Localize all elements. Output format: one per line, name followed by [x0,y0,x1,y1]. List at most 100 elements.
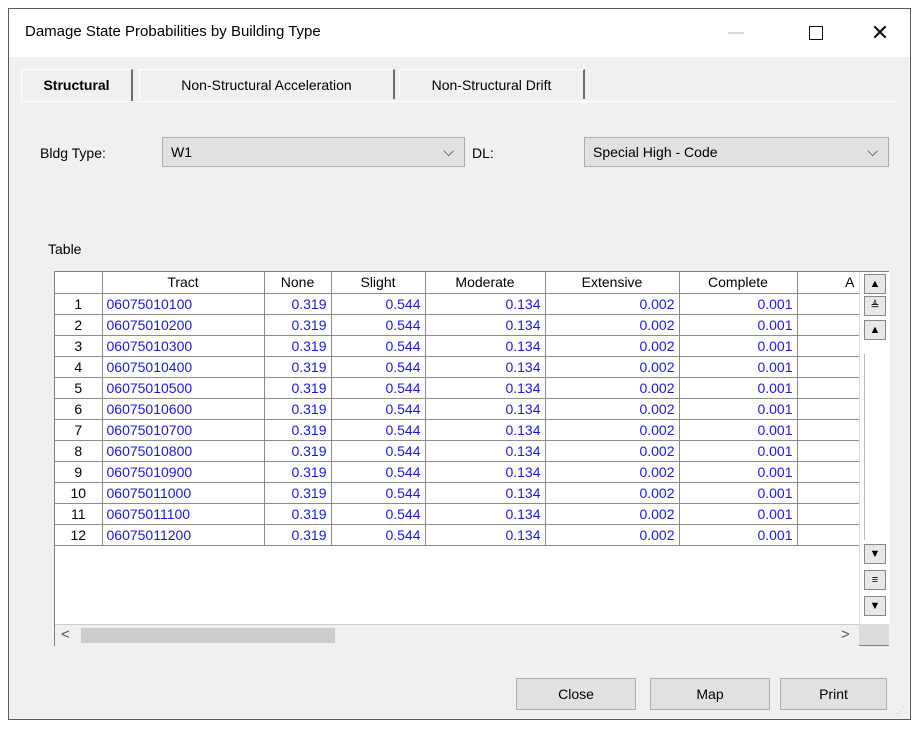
none-cell[interactable]: 0.319 [264,461,332,483]
complete-cell[interactable]: 0.001 [679,482,798,504]
slight-cell[interactable]: 0.544 [331,419,426,441]
slight-cell[interactable]: 0.544 [331,314,426,336]
partial-cell[interactable] [797,356,860,378]
moderate-cell[interactable]: 0.134 [425,440,546,462]
none-cell[interactable]: 0.319 [264,335,332,357]
data-grid[interactable]: Tract None Slight Moderate Extensive Com… [54,271,890,646]
complete-cell[interactable]: 0.001 [679,524,798,546]
partial-cell[interactable] [797,314,860,336]
tract-cell[interactable]: 06075010700 [102,419,265,441]
partial-cell[interactable] [797,503,860,525]
none-cell[interactable]: 0.319 [264,440,332,462]
extensive-cell[interactable]: 0.002 [545,293,680,315]
complete-cell[interactable]: 0.001 [679,314,798,336]
partial-cell[interactable] [797,335,860,357]
column-header-partial[interactable]: A [797,272,860,294]
extensive-cell[interactable]: 0.002 [545,524,680,546]
slight-cell[interactable]: 0.544 [331,398,426,420]
partial-cell[interactable] [797,440,860,462]
moderate-cell[interactable]: 0.134 [425,503,546,525]
complete-cell[interactable]: 0.001 [679,503,798,525]
map-button[interactable]: Map [650,678,770,710]
bldg-type-select[interactable]: W1 ⌵ [162,137,465,167]
table-row[interactable]: 2 06075010200 0.319 0.544 0.134 0.002 0.001 [55,314,860,336]
page-down-button[interactable]: ≡ [864,570,886,590]
table-row[interactable]: 5 06075010500 0.319 0.544 0.134 0.002 0.001 [55,377,860,399]
extensive-cell[interactable]: 0.002 [545,356,680,378]
moderate-cell[interactable]: 0.134 [425,293,546,315]
complete-cell[interactable]: 0.001 [679,377,798,399]
line-up-button[interactable]: ▲ [864,320,886,340]
slight-cell[interactable]: 0.544 [331,524,426,546]
moderate-cell[interactable]: 0.134 [425,398,546,420]
table-row[interactable]: 12 06075011200 0.319 0.544 0.134 0.002 0.001 [55,524,860,546]
line-down-button[interactable]: ▼ [864,544,886,564]
tract-cell[interactable]: 06075010400 [102,356,265,378]
none-cell[interactable]: 0.319 [264,293,332,315]
slight-cell[interactable]: 0.544 [331,356,426,378]
slight-cell[interactable]: 0.544 [331,293,426,315]
table-row[interactable]: 1 06075010100 0.319 0.544 0.134 0.002 0.001 [55,293,860,315]
tab-non-structural-acceleration[interactable]: Non-Structural Acceleration [139,69,395,99]
horizontal-scrollbar[interactable]: < > [55,624,859,646]
none-cell[interactable]: 0.319 [264,419,332,441]
moderate-cell[interactable]: 0.134 [425,482,546,504]
moderate-cell[interactable]: 0.134 [425,356,546,378]
moderate-cell[interactable]: 0.134 [425,335,546,357]
vertical-scroll-track[interactable] [864,354,887,540]
none-cell[interactable]: 0.319 [264,314,332,336]
partial-cell[interactable] [797,482,860,504]
none-cell[interactable]: 0.319 [264,377,332,399]
complete-cell[interactable]: 0.001 [679,440,798,462]
print-button[interactable]: Print [780,678,887,710]
partial-cell[interactable] [797,398,860,420]
scroll-right-icon[interactable]: > [841,626,850,643]
tract-cell[interactable]: 06075010600 [102,398,265,420]
none-cell[interactable]: 0.319 [264,356,332,378]
table-row[interactable]: 8 06075010800 0.319 0.544 0.134 0.002 0.001 [55,440,860,462]
extensive-cell[interactable]: 0.002 [545,440,680,462]
complete-cell[interactable]: 0.001 [679,419,798,441]
tract-cell[interactable]: 06075010200 [102,314,265,336]
column-header-extensive[interactable]: Extensive [545,272,680,294]
complete-cell[interactable]: 0.001 [679,335,798,357]
slight-cell[interactable]: 0.544 [331,377,426,399]
tab-non-structural-drift[interactable]: Non-Structural Drift [399,69,585,99]
resize-grip-icon[interactable]: ⋰ [896,705,906,715]
partial-cell[interactable] [797,419,860,441]
complete-cell[interactable]: 0.001 [679,293,798,315]
partial-cell[interactable] [797,524,860,546]
column-header-tract[interactable]: Tract [102,272,265,294]
page-up-button[interactable]: ≜ [864,296,886,316]
column-header-moderate[interactable]: Moderate [425,272,546,294]
table-row[interactable]: 7 06075010700 0.319 0.544 0.134 0.002 0.001 [55,419,860,441]
tract-cell[interactable]: 06075010800 [102,440,265,462]
complete-cell[interactable]: 0.001 [679,461,798,483]
slight-cell[interactable]: 0.544 [331,335,426,357]
none-cell[interactable]: 0.319 [264,398,332,420]
tract-cell[interactable]: 06075011200 [102,524,265,546]
moderate-cell[interactable]: 0.134 [425,314,546,336]
none-cell[interactable]: 0.319 [264,482,332,504]
complete-cell[interactable]: 0.001 [679,356,798,378]
slight-cell[interactable]: 0.544 [331,440,426,462]
tract-cell[interactable]: 06075010900 [102,461,265,483]
scroll-left-icon[interactable]: < [61,626,70,643]
table-row[interactable]: 3 06075010300 0.319 0.544 0.134 0.002 0.001 [55,335,860,357]
partial-cell[interactable] [797,377,860,399]
moderate-cell[interactable]: 0.134 [425,524,546,546]
extensive-cell[interactable]: 0.002 [545,314,680,336]
table-row[interactable]: 10 06075011000 0.319 0.544 0.134 0.002 0.001 [55,482,860,504]
moderate-cell[interactable]: 0.134 [425,377,546,399]
none-cell[interactable]: 0.319 [264,503,332,525]
partial-cell[interactable] [797,461,860,483]
tract-cell[interactable]: 06075011100 [102,503,265,525]
table-row[interactable]: 11 06075011100 0.319 0.544 0.134 0.002 0.001 [55,503,860,525]
scroll-to-top-button[interactable]: ▲ [864,274,886,294]
horizontal-scroll-thumb[interactable] [81,628,335,643]
moderate-cell[interactable]: 0.134 [425,461,546,483]
extensive-cell[interactable]: 0.002 [545,377,680,399]
extensive-cell[interactable]: 0.002 [545,398,680,420]
moderate-cell[interactable]: 0.134 [425,419,546,441]
column-header-complete[interactable]: Complete [679,272,798,294]
